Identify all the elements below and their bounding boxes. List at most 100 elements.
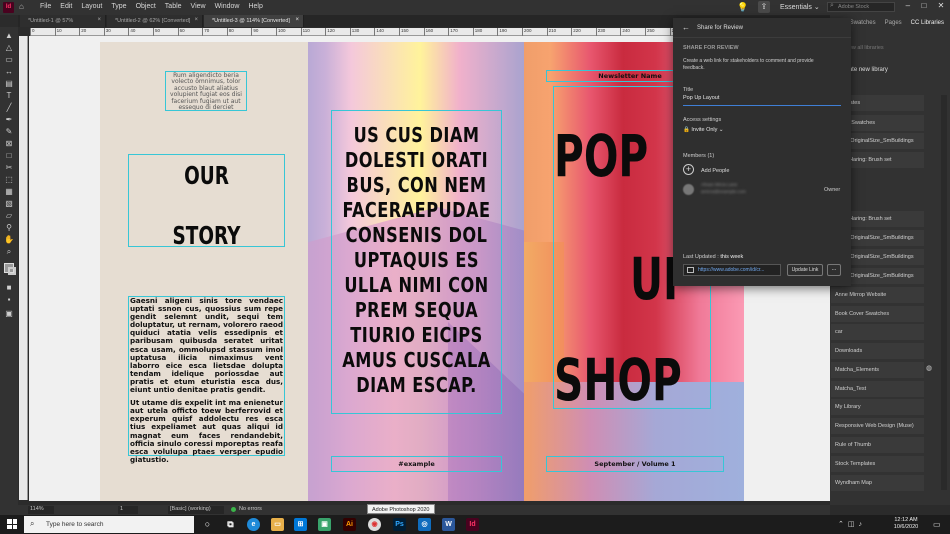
library-item[interactable]: Matcha_Elements [831, 362, 924, 378]
title-input[interactable]: Pop Up Layout [683, 95, 841, 106]
workspace-switcher[interactable]: Essentials [780, 4, 812, 11]
tab-untitled-2[interactable]: *Untitled-2 @ 62% [Converted] × [107, 15, 203, 27]
network-icon[interactable]: ◫ [848, 521, 859, 528]
body-text-frame[interactable]: Gaesni aligeni sinis tore vendaec uptati… [128, 296, 285, 463]
eyedropper-tool-icon[interactable]: ⚲ [4, 223, 14, 232]
library-item[interactable]: Matcha_Test [831, 381, 924, 397]
menu-file[interactable]: File [40, 3, 51, 10]
access-dropdown[interactable]: 🔒 Invite Only ⌄ [683, 127, 724, 133]
minimize-icon[interactable]: – [906, 1, 910, 14]
zoom-field[interactable]: 114% [28, 506, 54, 514]
menu-table[interactable]: Table [165, 3, 182, 10]
gradient-tool-icon[interactable]: ▦ [4, 187, 14, 196]
chrome-icon[interactable]: ◉ [368, 518, 381, 531]
taskbar-search-box[interactable]: ⌕ Type here to search [24, 516, 194, 533]
menu-layout[interactable]: Layout [81, 3, 102, 10]
library-item[interactable]: Anne Mirrop Website [831, 287, 924, 303]
issue-frame[interactable]: September / Volume 1 [546, 456, 724, 472]
screen-mode-icon[interactable]: ▣ [4, 309, 14, 318]
page-tool-icon[interactable]: ▭ [4, 55, 14, 64]
apply-color-icon[interactable]: ▪ [4, 295, 14, 304]
add-people-button[interactable]: Add People [701, 168, 729, 174]
menu-object[interactable]: Object [136, 3, 156, 10]
library-item[interactable]: Downloads [831, 343, 924, 359]
free-transform-tool-icon[interactable]: ⬚ [4, 175, 14, 184]
menu-help[interactable]: Help [248, 3, 262, 10]
copy-icon[interactable] [687, 267, 694, 273]
scissors-tool-icon[interactable]: ✂ [4, 163, 14, 172]
direct-selection-tool-icon[interactable]: △ [4, 43, 14, 52]
app-icon[interactable]: ▣ [318, 518, 331, 531]
menu-type[interactable]: Type [111, 3, 126, 10]
tab-swatches[interactable]: Swatches [850, 20, 876, 32]
formatting-container-icon[interactable]: ■ [4, 283, 14, 292]
chevron-up-icon[interactable]: ⌃ [838, 521, 848, 528]
line-tool-icon[interactable]: ╱ [4, 103, 14, 112]
content-collector-icon[interactable]: ▤ [4, 79, 14, 88]
close-icon[interactable]: ✕ [938, 1, 945, 14]
close-icon[interactable]: × [97, 17, 101, 23]
tab-untitled-1[interactable]: *Untitled-1 @ 57% × [20, 15, 106, 27]
gap-tool-icon[interactable]: ↔ [4, 67, 14, 76]
library-item[interactable]: Book Cover Swatches [831, 306, 924, 322]
tab-untitled-3[interactable]: *Untitled-3 @ 114% [Converted] × [204, 15, 304, 27]
caption-frame[interactable]: Rum aligendicto beria volecto omnimus, t… [165, 71, 247, 111]
library-item[interactable]: Responsive Web Design (Muse) [831, 418, 924, 434]
preflight-profile[interactable]: [Basic] (working) [168, 506, 224, 514]
store-icon[interactable]: ⊞ [294, 518, 307, 531]
home-icon[interactable]: ⌂ [19, 2, 33, 12]
notifications-icon[interactable]: ▭ [933, 520, 941, 529]
stroke-swatch-icon[interactable] [8, 267, 16, 275]
back-arrow-icon[interactable]: ← [682, 23, 690, 32]
headline-frame[interactable]: US CUS DIAM DOLESTI ORATI BUS, CON NEM F… [331, 110, 502, 414]
close-icon[interactable]: × [295, 17, 299, 23]
library-item[interactable]: car [831, 324, 924, 340]
update-link-button[interactable]: Update Link [787, 264, 823, 276]
pen-tool-icon[interactable]: ✒ [4, 115, 14, 124]
library-item[interactable]: Stock Templates [831, 456, 924, 472]
panel-scrollbar[interactable] [941, 95, 947, 490]
rectangle-tool-icon[interactable]: □ [4, 151, 14, 160]
hand-tool-icon[interactable]: ✋ [4, 235, 14, 244]
maximize-icon[interactable]: □ [921, 1, 926, 14]
review-link-field[interactable]: https://www.adobe.com/id/cr... [683, 264, 781, 276]
vertical-ruler[interactable] [19, 36, 28, 500]
story-title-frame[interactable]: OUR STORY [128, 154, 285, 250]
pencil-tool-icon[interactable]: ✎ [4, 127, 14, 136]
lightbulb-icon[interactable]: 💡 [737, 2, 748, 13]
tab-cc-libraries[interactable]: CC Libraries [911, 20, 944, 32]
cortana-icon[interactable]: ○ [201, 518, 214, 531]
photoshop-icon[interactable]: Ps [393, 518, 406, 531]
page-number-field[interactable]: 1 [118, 506, 138, 514]
app-icon[interactable]: ◎ [418, 518, 431, 531]
menu-view[interactable]: View [191, 3, 206, 10]
more-options-button[interactable]: ... [827, 264, 841, 276]
gradient-feather-tool-icon[interactable]: ▧ [4, 199, 14, 208]
errors-status[interactable]: No errors [239, 506, 262, 512]
example-frame[interactable]: #example [331, 456, 502, 472]
stock-search-input[interactable]: Adobe Stock [827, 2, 895, 12]
indesign-icon[interactable]: Id [466, 518, 479, 531]
note-tool-icon[interactable]: ▱ [4, 211, 14, 220]
share-icon[interactable]: ⇪ [758, 1, 770, 13]
library-item[interactable]: My Library [831, 399, 924, 415]
task-view-icon[interactable]: ⧉ [224, 518, 237, 531]
add-people-icon[interactable]: + [683, 164, 694, 175]
menu-edit[interactable]: Edit [60, 3, 72, 10]
file-explorer-icon[interactable]: ▭ [271, 518, 284, 531]
library-item[interactable]: Rule of Thumb [831, 437, 924, 453]
illustrator-icon[interactable]: Ai [343, 518, 356, 531]
windows-start-icon[interactable] [7, 519, 17, 529]
zoom-tool-icon[interactable]: ⌕ [4, 247, 14, 256]
edge-icon[interactable]: e [247, 518, 260, 531]
close-icon[interactable]: × [194, 17, 198, 23]
chevron-down-icon[interactable]: ⌄ [814, 4, 820, 11]
word-icon[interactable]: W [442, 518, 455, 531]
selection-tool-icon[interactable]: ▲ [4, 31, 14, 40]
volume-icon[interactable]: ♪ [859, 521, 867, 528]
rectangle-frame-tool-icon[interactable]: ⊠ [4, 139, 14, 148]
menu-window[interactable]: Window [215, 3, 240, 10]
tab-pages[interactable]: Pages [885, 20, 902, 32]
clock[interactable]: 12:12 AM 10/6/2020 [887, 517, 925, 531]
type-tool-icon[interactable]: T [4, 91, 14, 100]
